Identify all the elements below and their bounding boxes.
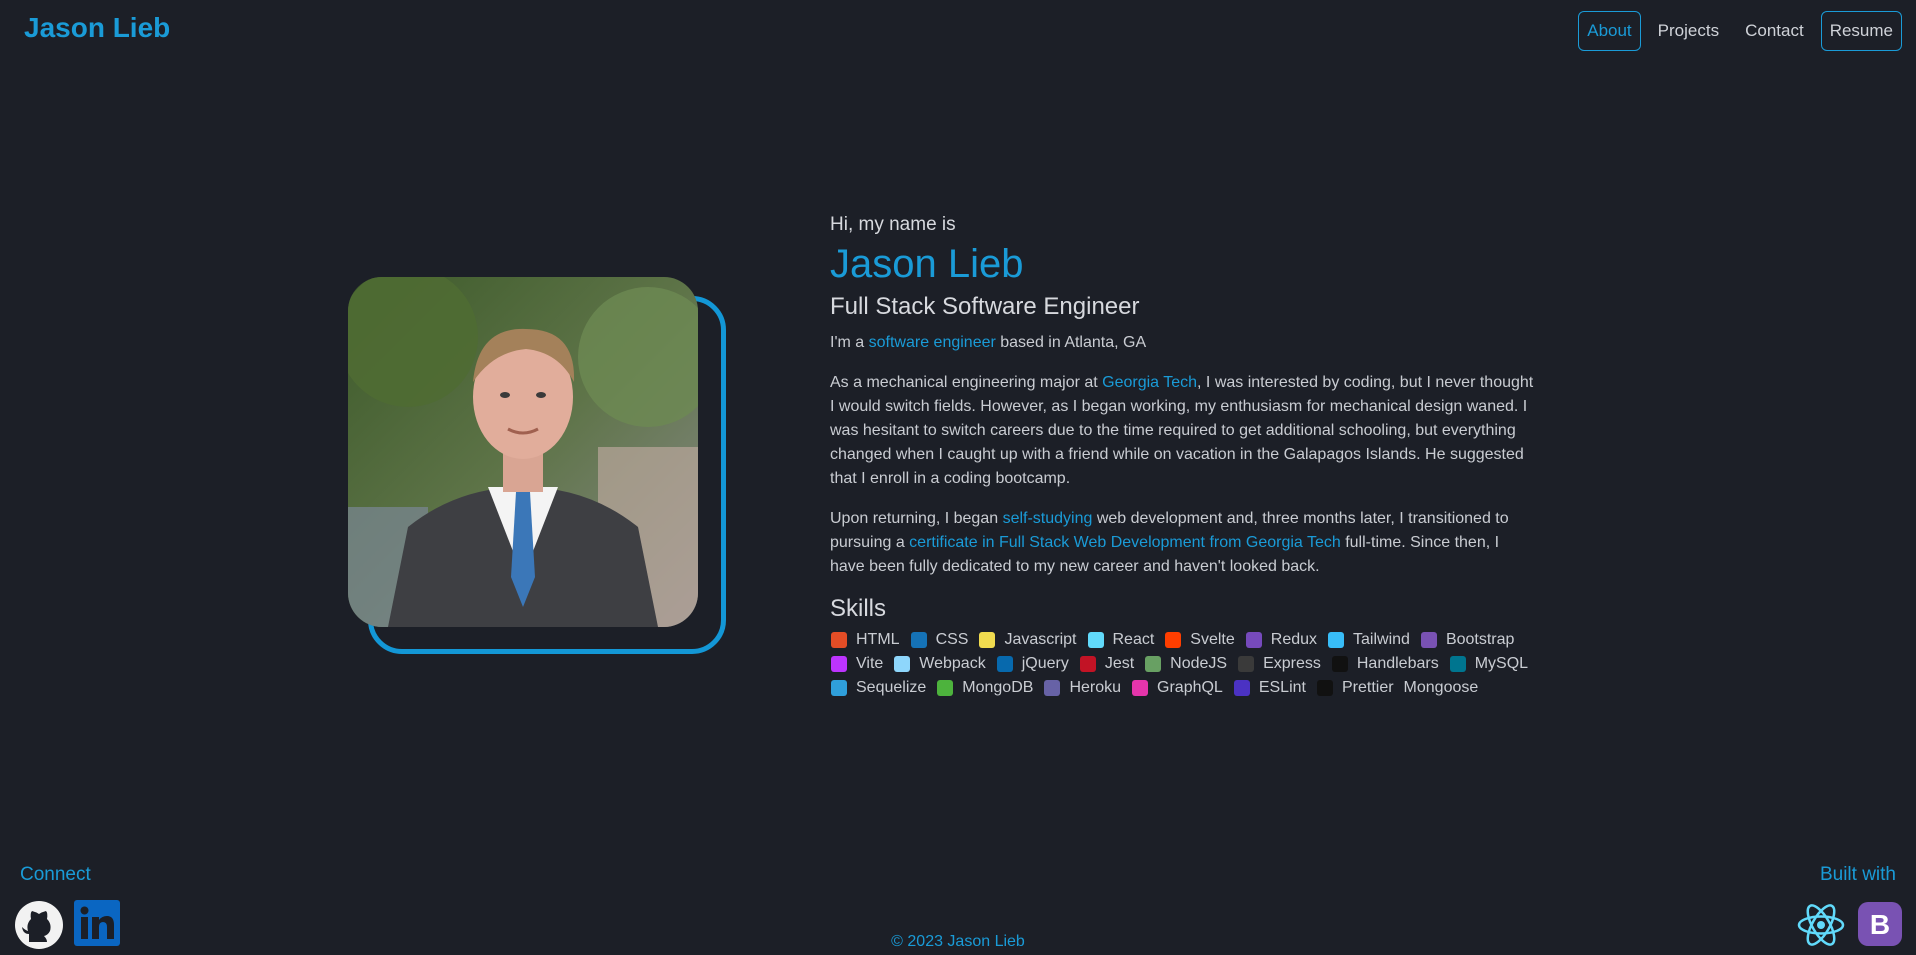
skill-item: Webpack [893, 655, 986, 673]
skill-label: Handlebars [1356, 655, 1439, 672]
skill-label: Tailwind [1353, 631, 1410, 648]
bootstrap-icon [1420, 631, 1438, 649]
skills-list: HTML CSS Javascript React Svelte Redux Tailwin… [830, 631, 1530, 697]
javascript-icon [978, 631, 996, 649]
skill-label: Prettier [1341, 679, 1394, 696]
skill-label: Sequelize [856, 679, 927, 696]
skill-item: MySQL [1449, 655, 1528, 673]
eslint-icon [1233, 679, 1251, 697]
skill-label: MongoDB [962, 679, 1034, 696]
highlight-georgia-tech: Georgia Tech [1102, 374, 1198, 391]
greeting: Hi, my name is [830, 214, 956, 235]
skill-label: Jest [1104, 655, 1135, 672]
nav-about[interactable]: About [1578, 11, 1641, 51]
graphql-icon [1131, 679, 1149, 697]
skill-label: Express [1263, 655, 1321, 672]
tailwind-icon [1327, 631, 1345, 649]
heroku-icon [1043, 679, 1061, 697]
skill-item: Prettier [1316, 679, 1394, 697]
prettier-icon [1316, 679, 1334, 697]
bio-paragraph-1: As a mechanical engineering major at Geo… [830, 371, 1535, 491]
skill-label: Redux [1270, 631, 1318, 648]
skill-label: Mongoose [1403, 679, 1479, 696]
built-with-heading: Built with [1819, 864, 1896, 885]
redux-icon [1245, 631, 1263, 649]
html5-icon [830, 631, 848, 649]
skill-label: Vite [856, 655, 884, 672]
skill-label: Bootstrap [1445, 631, 1515, 648]
express-icon [1237, 655, 1255, 673]
hero-name: Jason Lieb [830, 242, 1024, 286]
copyright: © 2023 Jason Lieb [891, 933, 1025, 950]
highlight-software-engineer: software engineer [868, 334, 996, 351]
webpack-icon [893, 655, 911, 673]
skill-item: Redux [1245, 631, 1317, 649]
highlight-certificate: certificate in Full Stack Web Developmen… [909, 534, 1341, 551]
intro-text: I'm a software engineer based in Atlanta… [830, 331, 1535, 355]
vite-icon [830, 655, 848, 673]
nav-projects[interactable]: Projects [1649, 11, 1728, 51]
highlight-self-studying: self-studying [1002, 510, 1093, 527]
about-section: Hi, my name is Jason Lieb Full Stack Sof… [830, 214, 1535, 697]
css3-icon [910, 631, 928, 649]
skills-heading: Skills [830, 595, 887, 622]
skill-item: Mongoose [1404, 679, 1479, 697]
skill-label: CSS [935, 631, 969, 648]
skill-label: GraphQL [1157, 679, 1223, 696]
para1-pre: As a mechanical engineering major at [830, 374, 1103, 391]
skill-item: Tailwind [1327, 631, 1410, 649]
bio-paragraph-2: Upon returning, I began self-studying we… [830, 507, 1535, 579]
mongodb-icon [936, 679, 954, 697]
skill-item: Jest [1079, 655, 1134, 673]
skill-item: HTML [830, 631, 900, 649]
skill-item: Handlebars [1331, 655, 1439, 673]
skill-item: NodeJS [1144, 655, 1227, 673]
skill-label: ESLint [1258, 679, 1306, 696]
para2-pre: Upon returning, I began [830, 510, 1003, 527]
skill-item: Express [1237, 655, 1321, 673]
sequelize-icon [830, 679, 848, 697]
skill-label: Webpack [919, 655, 986, 672]
skill-label: HTML [856, 631, 900, 648]
jquery-icon [996, 655, 1014, 673]
mysql-icon [1449, 655, 1467, 673]
skill-item: React [1087, 631, 1155, 649]
skill-item: MongoDB [936, 679, 1033, 697]
nav-resume[interactable]: Resume [1820, 11, 1902, 51]
skill-label: Heroku [1069, 679, 1122, 696]
brand-logo[interactable]: Jason Lieb [24, 12, 170, 44]
skill-item: Heroku [1043, 679, 1121, 697]
skill-item: Svelte [1164, 631, 1235, 649]
jest-icon [1079, 655, 1097, 673]
skill-label: React [1112, 631, 1155, 648]
intro-pre: I'm a [830, 334, 869, 351]
skill-label: Javascript [1004, 631, 1077, 648]
main-nav: About Projects Contact Resume [1578, 11, 1902, 51]
connect-heading: Connect [20, 864, 91, 885]
skill-item: Bootstrap [1420, 631, 1514, 649]
nav-contact[interactable]: Contact [1736, 11, 1813, 51]
skill-item: ESLint [1233, 679, 1306, 697]
skill-item: Sequelize [830, 679, 926, 697]
skill-label: MySQL [1474, 655, 1529, 672]
skill-item: Javascript [978, 631, 1077, 649]
nodejs-icon [1144, 655, 1162, 673]
handlebars-icon [1331, 655, 1349, 673]
skill-item: Vite [830, 655, 883, 673]
skill-label: NodeJS [1170, 655, 1228, 672]
job-title: Full Stack Software Engineer [830, 293, 1140, 320]
svelte-icon [1164, 631, 1182, 649]
skill-item: GraphQL [1131, 679, 1223, 697]
profile-photo [348, 277, 698, 627]
react-icon [1087, 631, 1105, 649]
skill-item: CSS [910, 631, 969, 649]
skill-item: jQuery [996, 655, 1069, 673]
intro-post: based in Atlanta, GA [995, 334, 1147, 351]
skill-label: Svelte [1190, 631, 1235, 648]
skill-label: jQuery [1021, 655, 1069, 672]
